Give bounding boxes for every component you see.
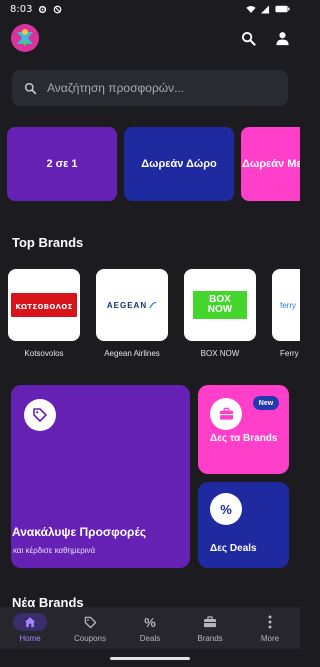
home-icon (13, 613, 47, 631)
promo-card-2in1[interactable]: 2 σε 1 (7, 127, 117, 201)
nav-label: Brands (197, 634, 223, 643)
nav-item-home[interactable]: Home (0, 607, 60, 649)
brand-logo: BOX NOW (184, 269, 256, 341)
search-bar[interactable]: Αναζήτηση προσφορών... (12, 70, 288, 106)
brand-item-ferry[interactable]: ferry Ferry (272, 269, 300, 358)
new-badge: New (253, 396, 279, 410)
gesture-bar[interactable] (110, 657, 190, 660)
signal-icon (260, 4, 270, 14)
section-title-top-brands: Top Brands (12, 235, 84, 250)
battery-icon (274, 4, 290, 14)
brand-name: BOX NOW (200, 349, 240, 358)
search-icon[interactable] (238, 28, 258, 48)
percent-icon: % (144, 614, 156, 630)
briefcase-icon (210, 398, 242, 430)
brand-logo-text: ferry (280, 300, 296, 310)
settings-icon (37, 4, 47, 14)
promo-label: 2 σε 1 (46, 157, 78, 170)
nav-label: Home (19, 634, 41, 643)
promo-carousel[interactable]: 2 σε 1 Δωρεάν Δώρο Δωρεάν Μεταφορικά (7, 127, 300, 201)
percent-icon: % (210, 493, 242, 525)
promo-label: Δωρεάν Δώρο (141, 157, 217, 170)
nav-item-brands[interactable]: Brands (180, 607, 240, 649)
brand-item-box-now[interactable]: BOX NOW BOX NOW (184, 269, 256, 358)
more-vertical-icon (253, 613, 287, 631)
nav-item-more[interactable]: More (240, 607, 300, 649)
coupon-icon (73, 613, 107, 631)
nav-label: Coupons (73, 634, 107, 643)
block-icon (52, 4, 62, 14)
wifi-icon (246, 4, 256, 14)
brand-name: Ferry (280, 349, 299, 358)
status-time: 8:03 (10, 3, 33, 15)
brand-item-aegean[interactable]: AEGEAN Aegean Airlines (96, 269, 168, 358)
see-brands-label: Δες τα Brands (210, 433, 278, 444)
bottom-nav: Home Coupons % Deals Brands More (0, 607, 300, 649)
see-deals-label: Δες Deals (210, 543, 257, 554)
nav-label: Deals (139, 634, 161, 643)
promo-label: Δωρεάν Μεταφορικά (242, 157, 300, 170)
app-header (0, 22, 300, 58)
brand-logo: ferry (272, 269, 300, 341)
brand-logo-text: BOX NOW (207, 294, 233, 315)
briefcase-icon (193, 613, 227, 631)
discover-title: Ανακάλυψε Προσφορές (12, 525, 147, 539)
brand-name: Aegean Airlines (104, 349, 160, 358)
discover-subtitle: και κέρδισε καθημερινά (13, 546, 96, 555)
app-logo[interactable] (11, 24, 39, 52)
search-icon (24, 82, 37, 95)
aegean-mark-icon (149, 301, 157, 309)
brand-logo: ΚΩΤΣΟΒΟΛΟΣ (8, 269, 80, 341)
brand-logo-text: AEGEAN (106, 300, 148, 310)
nav-item-coupons[interactable]: Coupons (60, 607, 120, 649)
tag-icon (24, 399, 56, 431)
nav-item-deals[interactable]: % Deals (120, 607, 180, 649)
brand-name: Kotsovolos (24, 349, 64, 358)
brand-logo: AEGEAN (96, 269, 168, 341)
nav-label: More (260, 634, 280, 643)
status-bar: 8:03 (0, 0, 300, 18)
account-icon[interactable] (272, 28, 292, 48)
brand-logo-text: ΚΩΤΣΟΒΟΛΟΣ (15, 303, 73, 311)
promo-card-free-gift[interactable]: Δωρεάν Δώρο (124, 127, 234, 201)
search-input[interactable]: Αναζήτηση προσφορών... (47, 81, 184, 95)
promo-card-free-shipping[interactable]: Δωρεάν Μεταφορικά (241, 127, 300, 201)
top-brands-carousel[interactable]: ΚΩΤΣΟΒΟΛΟΣ Kotsovolos AEGEAN Aegean Airl… (7, 269, 300, 364)
brand-item-kotsovolos[interactable]: ΚΩΤΣΟΒΟΛΟΣ Kotsovolos (8, 269, 80, 358)
